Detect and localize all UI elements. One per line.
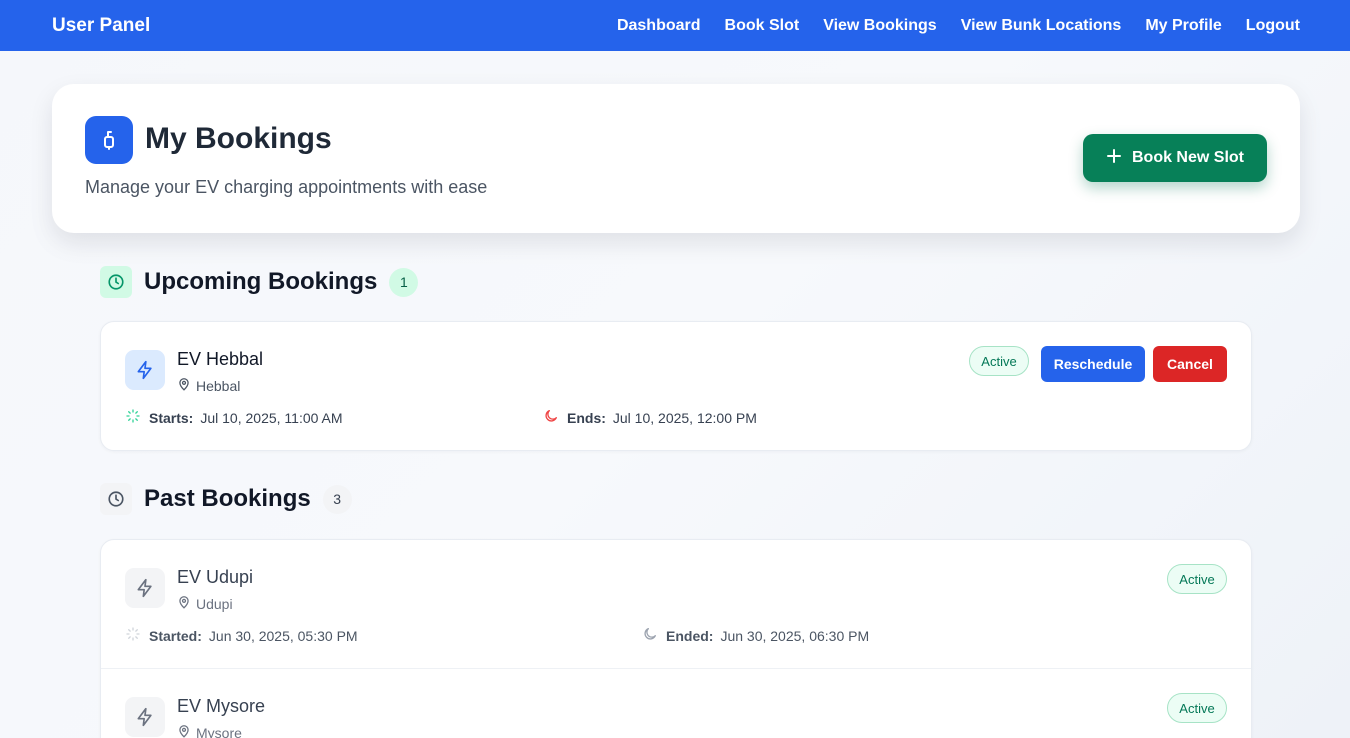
top-navbar: User Panel Dashboard Book Slot View Book… [0,0,1350,51]
nav-link-my-profile[interactable]: My Profile [1145,17,1221,35]
end-value: Jul 10, 2025, 12:00 PM [612,409,757,426]
booking-row: EV Udupi Udupi Started: Jun 30, 2025, 05… [101,540,1251,669]
clock-icon [100,483,132,515]
map-pin-icon [177,377,191,394]
nav-link-book-slot[interactable]: Book Slot [725,17,800,35]
past-title: Past Bookings [144,485,311,512]
page-subtitle: Manage your EV charging appointments wit… [85,177,488,197]
station-location: Mysore [177,724,242,738]
start-label: Started: [149,627,202,644]
end-label: Ends: [567,409,606,426]
start-time: Starts: Jul 10, 2025, 11:00 AM [125,408,343,427]
reschedule-button[interactable]: Reschedule [1041,346,1145,382]
lightning-icon [125,697,165,737]
book-new-slot-label: Book New Slot [1131,149,1244,166]
brand-title[interactable]: User Panel [52,15,150,37]
station-name: EV Hebbal [177,349,264,369]
map-pin-icon [177,724,191,738]
end-time: Ended: Jun 30, 2025, 06:30 PM [642,626,869,645]
nav-link-view-bookings[interactable]: View Bookings [823,17,937,35]
loader-icon [125,626,141,645]
location-text: Hebbal [196,377,241,394]
nav-links: Dashboard Book Slot View Bookings View B… [617,17,1300,35]
past-section-header: Past Bookings 3 [100,483,352,515]
cancel-button[interactable]: Cancel [1153,346,1227,382]
station-location: Udupi [177,595,233,612]
status-badge: Active [1167,564,1227,594]
upcoming-title: Upcoming Bookings [144,268,378,295]
past-count-badge: 3 [322,484,352,514]
lightning-icon [125,350,165,390]
end-time: Ends: Jul 10, 2025, 12:00 PM [543,408,757,427]
end-value: Jun 30, 2025, 06:30 PM [720,627,870,644]
booking-row: EV Hebbal Hebbal Starts: Jul 10, 2025, 1… [101,322,1251,450]
nav-link-logout[interactable]: Logout [1246,17,1300,35]
header-card: My Bookings Manage your EV charging appo… [52,84,1300,233]
nav-link-dashboard[interactable]: Dashboard [617,17,701,35]
station-name: EV Mysore [177,696,266,716]
plus-icon [1106,148,1122,169]
location-text: Mysore [196,724,242,738]
upcoming-count-badge: 1 [389,267,419,297]
moon-icon [642,626,658,645]
loader-icon [125,408,141,427]
book-new-slot-button[interactable]: Book New Slot [1083,134,1267,182]
booking-row: EV Mysore Mysore Active [101,669,1251,738]
past-bookings-card: EV Udupi Udupi Started: Jun 30, 2025, 05… [100,539,1252,738]
location-text: Udupi [196,595,233,612]
upcoming-section-header: Upcoming Bookings 1 [100,266,419,298]
page-title: My Bookings [145,122,332,155]
nav-link-view-bunk-locations[interactable]: View Bunk Locations [961,17,1122,35]
upcoming-bookings-card: EV Hebbal Hebbal Starts: Jul 10, 2025, 1… [100,321,1252,451]
status-badge: Active [969,346,1029,376]
station-name: EV Udupi [177,567,254,587]
map-pin-icon [177,595,191,612]
status-badge: Active [1167,693,1227,723]
start-label: Starts: [149,409,194,426]
clock-icon [100,266,132,298]
start-time: Started: Jun 30, 2025, 05:30 PM [125,626,358,645]
start-value: Jun 30, 2025, 05:30 PM [208,627,358,644]
plug-icon [85,116,133,164]
lightning-icon [125,568,165,608]
start-value: Jul 10, 2025, 11:00 AM [200,409,343,426]
station-location: Hebbal [177,377,240,394]
end-label: Ended: [666,627,714,644]
moon-icon [543,408,559,427]
